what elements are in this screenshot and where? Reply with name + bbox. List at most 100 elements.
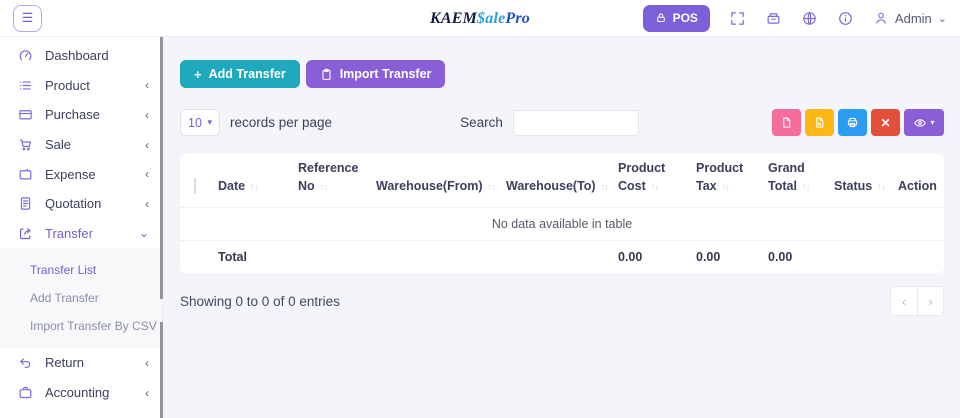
transfer-table-card: Date ↑↓ Reference No ↑↓ Warehouse(From) ↑↓ … — [180, 154, 944, 273]
chevron-left-icon: ‹ — [145, 385, 149, 400]
sidebar-item-transfer[interactable]: Transfer ⌄ — [0, 219, 162, 249]
sidebar-item-label: Purchase — [45, 107, 100, 123]
column-visibility-button[interactable]: ▾ — [904, 109, 944, 136]
gauge-icon — [18, 48, 33, 63]
sidebar-item-return[interactable]: Return ‹ — [0, 348, 162, 378]
page-scrollbar[interactable] — [160, 322, 163, 418]
empty-message: No data available in table — [180, 207, 944, 241]
document-icon — [18, 196, 33, 211]
total-row: Total 0.00 0.00 0.00 — [180, 240, 944, 273]
sort-icon: ↑↓ — [319, 182, 328, 194]
eye-icon — [913, 116, 927, 130]
column-header-reference-no[interactable]: Reference No ↑↓ — [298, 154, 376, 208]
submenu-item-label: Transfer List — [30, 263, 97, 278]
column-header-warehouse-to[interactable]: Warehouse(To) ↑↓ — [506, 154, 618, 208]
submenu-item-add-transfer[interactable]: Add Transfer — [0, 284, 162, 312]
column-header-date[interactable]: Date ↑↓ — [218, 154, 298, 208]
sidebar-item-label: Dashboard — [45, 48, 109, 64]
sidebar-item-accounting[interactable]: Accounting ‹ — [0, 378, 162, 408]
add-transfer-button[interactable]: + Add Transfer — [180, 60, 300, 88]
menu-toggle-button[interactable]: ☰ — [13, 4, 42, 32]
chevron-left-icon: ‹ — [145, 167, 149, 182]
lock-icon — [655, 12, 667, 24]
admin-label: Admin — [894, 10, 932, 26]
print-button[interactable] — [838, 109, 867, 136]
export-file-button[interactable] — [805, 109, 834, 136]
logo-text-sale: $ale — [477, 9, 506, 27]
app-logo: KAEM $ale Pro — [430, 0, 530, 37]
pagination-prev-button[interactable]: ‹ — [890, 286, 917, 316]
column-header-product-tax[interactable]: Product Tax ↑↓ — [696, 154, 768, 208]
sidebar-item-label: Accounting — [45, 385, 110, 401]
sort-icon: ↑↓ — [600, 182, 609, 194]
sort-icon: ↑↓ — [801, 182, 810, 194]
sidebar-scrollbar[interactable] — [160, 37, 163, 299]
page-size-select[interactable]: 10 ▾ — [180, 109, 220, 136]
undo-arrow-icon — [18, 355, 33, 370]
cash-register-icon[interactable] — [765, 10, 782, 27]
pagination-next-button[interactable]: › — [917, 286, 944, 316]
caret-down-icon: ▾ — [930, 118, 935, 127]
submenu-item-transfer-list[interactable]: Transfer List — [0, 256, 162, 284]
total-grand-total: 0.00 — [768, 249, 793, 264]
transfer-table: Date ↑↓ Reference No ↑↓ Warehouse(From) ↑↓ … — [180, 154, 944, 273]
hamburger-icon: ☰ — [21, 10, 34, 25]
credit-card-icon — [18, 107, 33, 122]
sidebar-item-dashboard[interactable]: Dashboard — [0, 41, 162, 71]
sidebar-item-label: Quotation — [45, 196, 102, 212]
main-content: + Add Transfer Import Transfer 10 ▾ reco… — [164, 37, 960, 418]
transfer-submenu: Transfer List Add Transfer Import Transf… — [0, 248, 162, 349]
fullscreen-icon[interactable] — [729, 10, 746, 27]
page-size-value: 10 — [188, 115, 202, 130]
share-arrow-icon — [18, 226, 33, 241]
close-icon: ✕ — [880, 115, 891, 130]
submenu-item-label: Import Transfer By CSV — [30, 319, 157, 334]
total-product-cost: 0.00 — [618, 249, 643, 264]
showing-entries-text: Showing 0 to 0 of 0 entries — [180, 293, 340, 309]
sidebar-item-purchase[interactable]: Purchase ‹ — [0, 100, 162, 130]
select-all-checkbox[interactable] — [194, 178, 196, 195]
column-header-product-cost[interactable]: Product Cost ↑↓ — [618, 154, 696, 208]
submenu-item-import-transfer-csv[interactable]: Import Transfer By CSV — [0, 312, 162, 340]
add-transfer-label: Add Transfer — [208, 67, 286, 81]
table-header-row: Date ↑↓ Reference No ↑↓ Warehouse(From) ↑↓ … — [180, 154, 944, 208]
chevron-left-icon: ‹ — [901, 293, 907, 309]
sort-icon: ↑↓ — [487, 182, 496, 194]
sidebar-item-sale[interactable]: Sale ‹ — [0, 130, 162, 160]
user-icon — [873, 10, 889, 26]
chevron-left-icon: ‹ — [145, 196, 149, 211]
search-label: Search — [460, 115, 503, 130]
empty-row: No data available in table — [180, 207, 944, 241]
close-button[interactable]: ✕ — [871, 109, 900, 136]
chevron-left-icon: ‹ — [145, 137, 149, 152]
import-transfer-button[interactable]: Import Transfer — [305, 60, 446, 88]
cart-icon — [18, 137, 33, 152]
pos-button-label: POS — [672, 11, 698, 25]
total-product-tax: 0.00 — [696, 249, 721, 264]
chevron-down-icon: ⌄ — [138, 226, 149, 241]
pos-button[interactable]: POS — [642, 4, 710, 32]
search-input[interactable] — [512, 109, 639, 136]
wallet-icon — [18, 167, 33, 182]
column-header-warehouse-from[interactable]: Warehouse(From) ↑↓ — [376, 154, 506, 208]
info-icon[interactable] — [837, 10, 854, 27]
chevron-left-icon: ‹ — [145, 355, 149, 370]
admin-menu[interactable]: Admin ⌄ — [873, 10, 947, 26]
logo-text-pro: Pro — [505, 9, 531, 27]
language-globe-icon[interactable] — [801, 10, 818, 27]
export-pdf-button[interactable] — [772, 109, 801, 136]
sort-icon: ↑↓ — [250, 182, 258, 194]
sidebar-item-expense[interactable]: Expense ‹ — [0, 159, 162, 189]
briefcase-icon — [18, 385, 33, 400]
printer-icon — [846, 116, 859, 129]
column-header-status[interactable]: Status ↑↓ — [834, 154, 898, 208]
topbar: ☰ KAEM $ale Pro POS Admin ⌄ — [0, 0, 960, 37]
sidebar-item-quotation[interactable]: Quotation ‹ — [0, 189, 162, 219]
import-transfer-label: Import Transfer — [339, 67, 432, 81]
column-header-grand-total[interactable]: Grand Total ↑↓ — [768, 154, 834, 208]
sidebar-item-label: Product — [45, 77, 90, 93]
records-per-page-label: records per page — [230, 115, 333, 130]
chevron-right-icon: › — [928, 293, 933, 309]
total-label: Total — [218, 249, 247, 264]
sidebar-item-product[interactable]: Product ‹ — [0, 71, 162, 101]
